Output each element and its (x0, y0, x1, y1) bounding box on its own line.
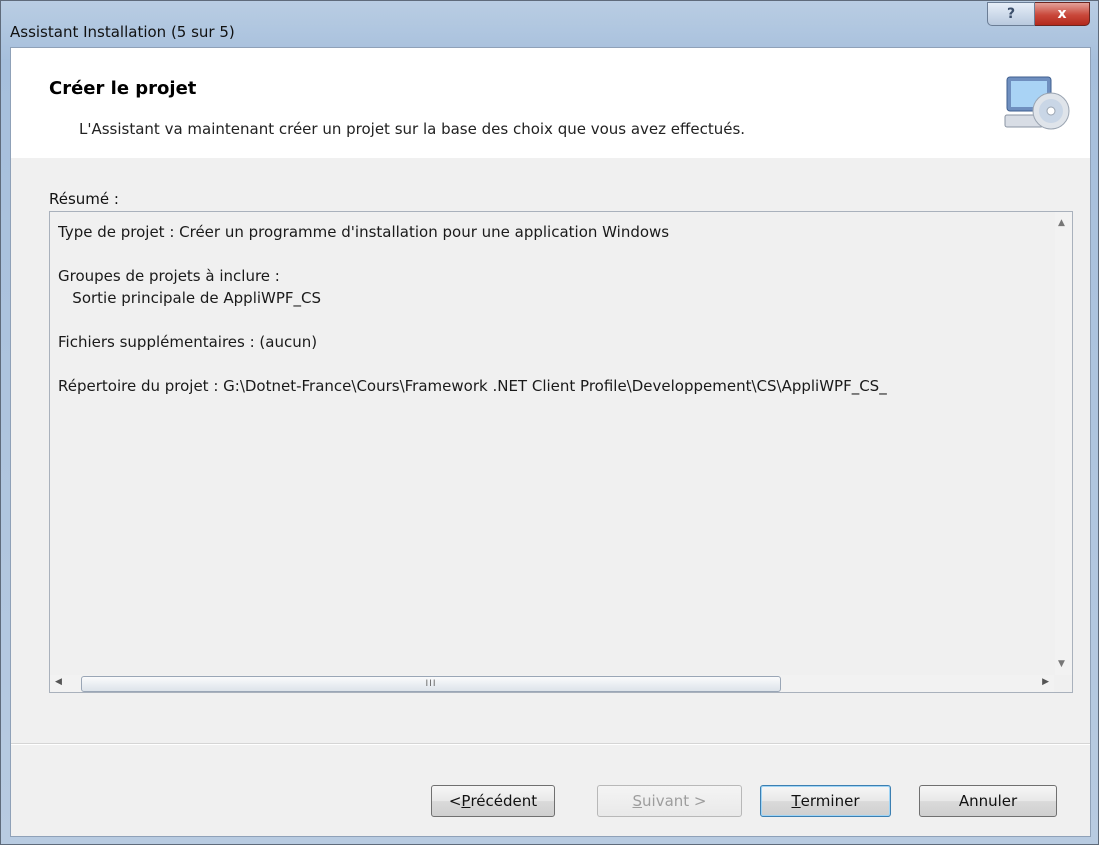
scrollbar-corner (1055, 675, 1072, 692)
window-title: Assistant Installation (5 sur 5) (10, 23, 235, 41)
wizard-client-area: Créer le projet L'Assistant va maintenan… (10, 47, 1091, 837)
next-button[interactable]: Suivant > (597, 785, 742, 817)
grip-icon: III (425, 679, 437, 689)
scroll-right-icon[interactable]: ▶ (1042, 677, 1049, 687)
finish-mnemonic: T (791, 792, 801, 810)
cancel-button[interactable]: Annuler (919, 785, 1057, 817)
vertical-scrollbar[interactable]: ▲ ▼ (1055, 212, 1072, 675)
finish-button[interactable]: Terminer (760, 785, 891, 817)
summary-textbox[interactable]: Type de projet : Créer un programme d'in… (49, 211, 1073, 693)
finish-label: erminer (800, 792, 860, 810)
summary-label: Résumé : (49, 190, 119, 208)
page-title: Créer le projet (49, 78, 197, 99)
footer-separator (11, 743, 1090, 745)
previous-button[interactable]: < Précédent (431, 785, 555, 817)
wizard-window: Assistant Installation (5 sur 5) ? x Cré… (0, 0, 1099, 845)
caption-buttons: ? x (987, 2, 1090, 26)
page-subtitle: L'Assistant va maintenant créer un proje… (79, 120, 746, 138)
previous-mnemonic: P (461, 792, 471, 810)
title-bar[interactable]: Assistant Installation (5 sur 5) ? x (1, 1, 1098, 47)
next-mnemonic: S (632, 792, 643, 810)
wizard-header: Créer le projet L'Assistant va maintenan… (11, 48, 1090, 158)
computer-cd-icon (1001, 73, 1071, 139)
horizontal-scroll-thumb[interactable]: III (81, 676, 781, 692)
scroll-up-icon[interactable]: ▲ (1058, 218, 1065, 228)
summary-text: Type de projet : Créer un programme d'in… (58, 223, 887, 395)
previous-label: récédent (470, 792, 538, 810)
scroll-left-icon[interactable]: ◀ (55, 677, 62, 687)
next-label: uivant > (642, 792, 707, 810)
help-button[interactable]: ? (987, 2, 1035, 26)
close-button[interactable]: x (1035, 2, 1090, 26)
scroll-down-icon[interactable]: ▼ (1058, 659, 1065, 669)
previous-prefix: < (448, 792, 462, 810)
horizontal-scrollbar[interactable]: ◀ III ▶ (50, 675, 1054, 692)
